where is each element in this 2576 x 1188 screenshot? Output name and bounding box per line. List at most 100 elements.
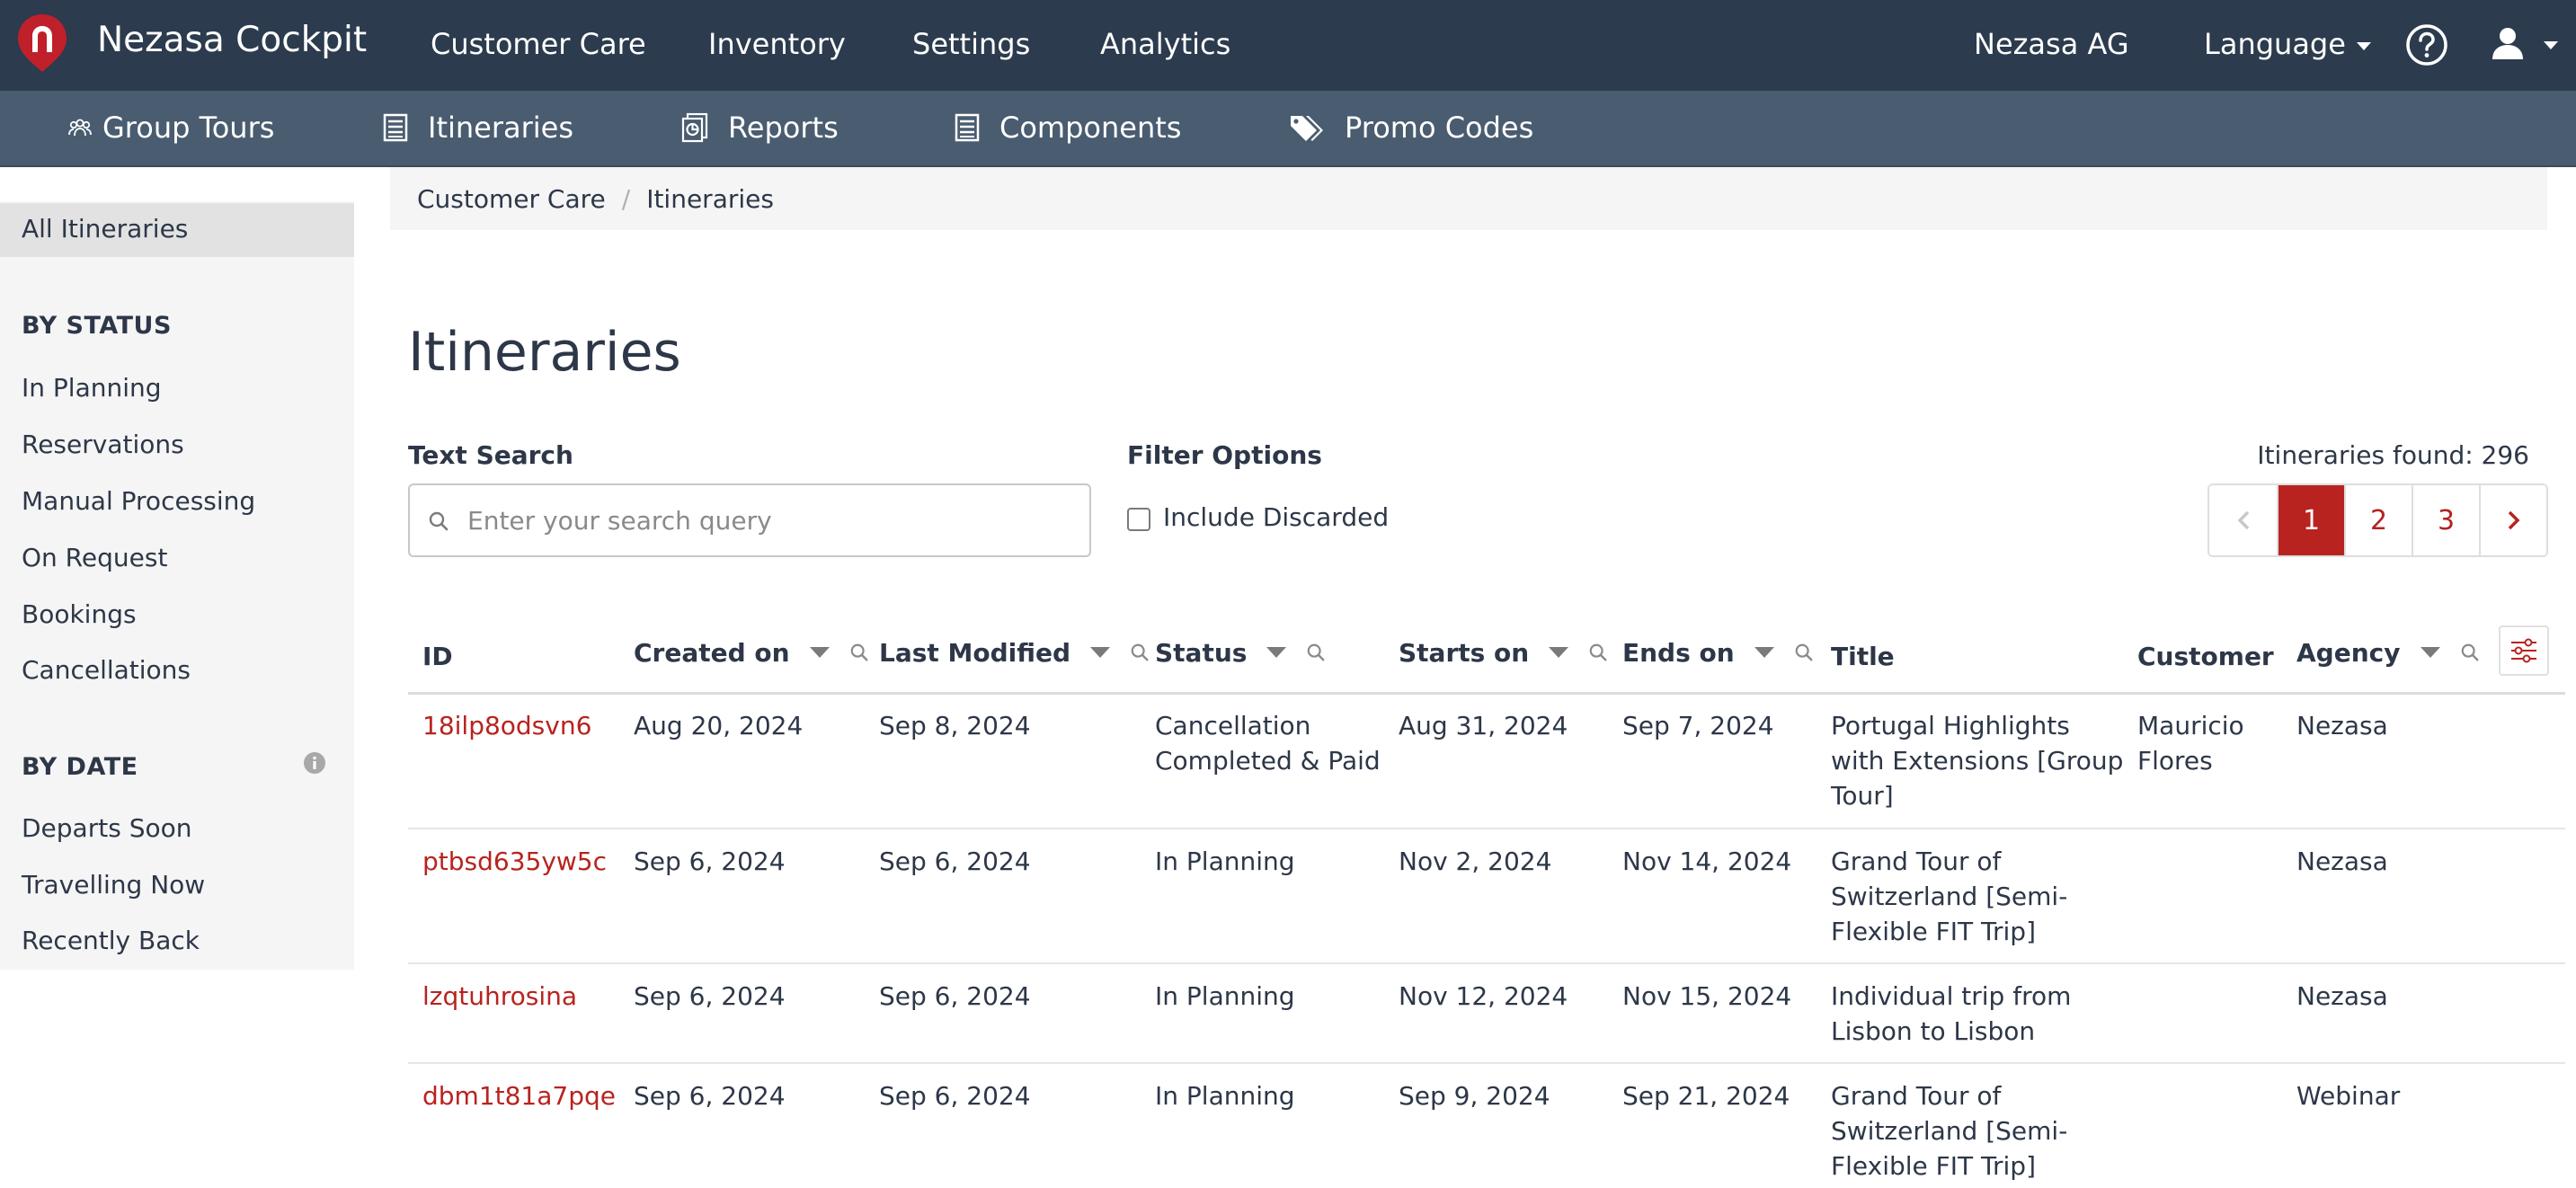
include-discarded-checkbox[interactable] (1127, 508, 1150, 531)
created-on-cell: Sep 6, 2024 (634, 981, 786, 1011)
user-icon[interactable] (2490, 25, 2526, 61)
map-pin-logo-icon[interactable] (16, 13, 68, 74)
sort-caret-icon[interactable] (1266, 647, 1287, 658)
list-icon (383, 113, 408, 142)
title-line: Grand Tour of (1831, 847, 2002, 876)
sidebar-item-on-request[interactable]: On Request (22, 543, 167, 572)
sidebar-item-departs-soon[interactable]: Departs Soon (22, 813, 191, 843)
starts-on-cell: Aug 31, 2024 (1399, 711, 1568, 740)
topnav-settings[interactable]: Settings (912, 27, 1030, 61)
topnav-customer-care[interactable]: Customer Care (431, 27, 646, 61)
last-modified-cell: Sep 8, 2024 (879, 711, 1031, 740)
agency-cell: Webinar (2296, 1081, 2401, 1111)
column-header-customer[interactable]: Customer (2137, 620, 2274, 692)
status-cell: In Planning (1155, 847, 1295, 876)
title-line: Portugal Highlights (1831, 711, 2070, 740)
search-icon[interactable] (1306, 643, 1326, 662)
agency-cell: Nezasa (2296, 711, 2388, 740)
customer-cell: Mauricio Flores (2137, 708, 2244, 778)
column-header-created-on[interactable]: Created on (634, 616, 869, 688)
sidebar-item-all-itineraries-label[interactable]: All Itineraries (22, 214, 188, 244)
sort-caret-icon[interactable] (1090, 647, 1111, 658)
sort-caret-icon[interactable] (2420, 647, 2440, 658)
column-header-agency[interactable]: Agency (2296, 616, 2480, 688)
pagination-page-2[interactable]: 2 (2344, 485, 2412, 555)
breadcrumb-item-customer-care[interactable]: Customer Care (417, 184, 606, 214)
info-icon[interactable] (303, 751, 326, 775)
itinerary-id-link[interactable]: 18ilp8odsvn6 (422, 708, 591, 743)
title-line: with Extensions [Group (1831, 746, 2124, 776)
topnav-inventory[interactable]: Inventory (708, 27, 846, 61)
column-settings-button[interactable] (2499, 625, 2549, 676)
subnav-reports[interactable]: Reports (681, 111, 839, 145)
title-cell: Grand Tour of Switzerland [Semi- Flexibl… (1831, 844, 2067, 949)
column-settings-icon (2511, 638, 2536, 663)
title-cell: Individual trip from Lisbon to Lisbon (1831, 979, 2071, 1049)
pagination-next-button[interactable] (2479, 485, 2546, 555)
sidebar-item-manual-processing[interactable]: Manual Processing (22, 486, 255, 516)
language-dropdown[interactable]: Language (2204, 27, 2371, 61)
sub-navigation-bar: Group Tours Itineraries Reports Componen… (0, 91, 2576, 167)
column-header-ends-on[interactable]: Ends on (1622, 616, 1814, 688)
itinerary-id-link[interactable]: ptbsd635yw5c (422, 844, 607, 879)
subnav-components[interactable]: Components (955, 111, 1181, 145)
sidebar-item-bookings[interactable]: Bookings (22, 599, 137, 629)
customer-line: Mauricio (2137, 711, 2244, 740)
breadcrumb: Customer Care / Itineraries (390, 167, 2547, 230)
column-header-label: Status (1155, 637, 1248, 668)
pagination-page-1[interactable]: 1 (2277, 485, 2344, 555)
title-line: Switzerland [Semi- (1831, 882, 2068, 911)
title-line: Lisbon to Lisbon (1831, 1016, 2036, 1046)
search-icon[interactable] (1794, 643, 1814, 662)
include-discarded-label[interactable]: Include Discarded (1163, 502, 1389, 532)
search-box[interactable] (408, 483, 1091, 557)
sidebar-item-reservations[interactable]: Reservations (22, 430, 184, 459)
subnav-itineraries[interactable]: Itineraries (383, 111, 573, 145)
search-icon[interactable] (1588, 643, 1608, 662)
sort-caret-icon[interactable] (809, 647, 830, 658)
subnav-group-tours[interactable]: Group Tours (68, 111, 274, 145)
customer-line: Flores (2137, 746, 2213, 776)
created-on-cell: Sep 6, 2024 (634, 847, 786, 876)
search-icon (429, 511, 449, 531)
sidebar-item-in-planning[interactable]: In Planning (22, 373, 162, 403)
itinerary-id-link[interactable]: dbm1t81a7pqe (422, 1078, 616, 1113)
sort-caret-icon[interactable] (1549, 647, 1569, 658)
subnav-label: Promo Codes (1345, 111, 1534, 145)
title-line: Tour] (1831, 781, 1894, 811)
pagination-prev-button[interactable] (2209, 485, 2277, 555)
title-line: Flexible FIT Trip] (1831, 917, 2036, 946)
column-header-title[interactable]: Title (1831, 620, 1895, 692)
app-title[interactable]: Nezasa Cockpit (97, 20, 367, 60)
search-icon[interactable] (2460, 643, 2480, 662)
search-icon[interactable] (849, 643, 869, 662)
chevron-down-icon (2356, 41, 2371, 50)
title-line: Switzerland [Semi- (1831, 1116, 2068, 1146)
topnav-analytics[interactable]: Analytics (1100, 27, 1230, 61)
ends-on-cell: Sep 21, 2024 (1622, 1081, 1790, 1111)
search-icon[interactable] (1130, 643, 1150, 662)
title-line: Grand Tour of (1831, 1081, 2002, 1111)
sidebar-item-travelling-now[interactable]: Travelling Now (22, 870, 205, 900)
pagination-page-3[interactable]: 3 (2412, 485, 2479, 555)
list-icon (955, 113, 980, 142)
subnav-label: Group Tours (102, 111, 275, 145)
column-header-id[interactable]: ID (422, 620, 453, 692)
column-header-status[interactable]: Status (1155, 616, 1326, 688)
sidebar-item-recently-back[interactable]: Recently Back (22, 926, 200, 955)
help-circle-icon[interactable] (2405, 23, 2448, 66)
sidebar-heading-by-date: BY DATE (22, 753, 138, 781)
column-header-starts-on[interactable]: Starts on (1399, 616, 1608, 688)
chevron-down-icon[interactable] (2544, 41, 2558, 49)
ends-on-cell: Sep 7, 2024 (1622, 711, 1774, 740)
search-input[interactable] (467, 487, 1079, 554)
sort-caret-icon[interactable] (1754, 647, 1774, 658)
subnav-promo-codes[interactable]: Promo Codes (1289, 111, 1533, 145)
company-name[interactable]: Nezasa AG (1974, 27, 2129, 61)
itinerary-id-link[interactable]: lzqtuhrosina (422, 979, 577, 1014)
column-header-last-modified[interactable]: Last Modified (879, 616, 1150, 688)
column-header-label: Agency (2296, 637, 2401, 668)
sidebar-item-cancellations[interactable]: Cancellations (22, 655, 191, 685)
ends-on-cell: Nov 15, 2024 (1622, 981, 1792, 1011)
agency-cell: Nezasa (2296, 981, 2388, 1011)
